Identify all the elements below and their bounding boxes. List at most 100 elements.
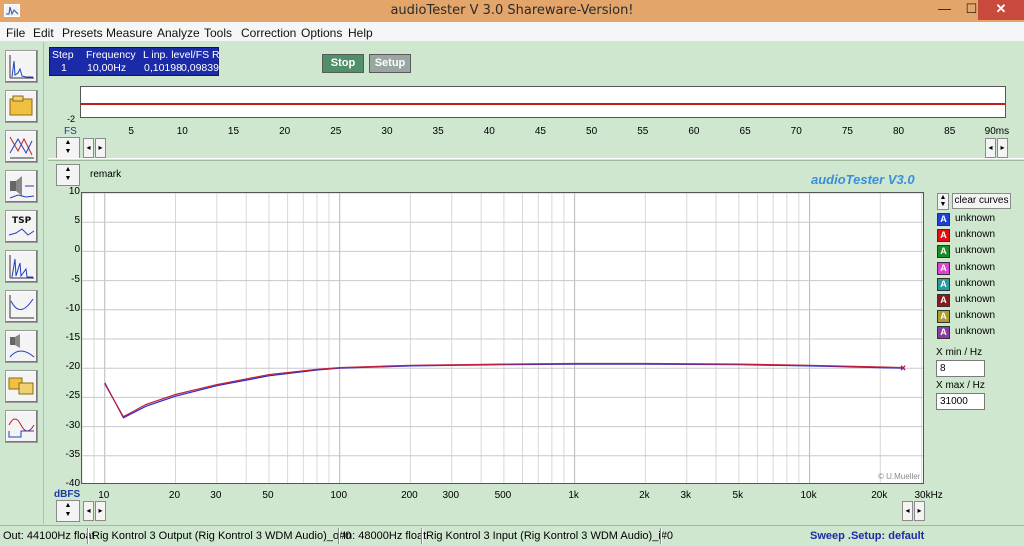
curve-label: unknown [955,310,996,322]
menu-tools[interactable]: Tools [204,26,232,40]
time-zoom-spinner[interactable]: ▲ ▼ [56,137,80,159]
graph-scroll-right-button[interactable]: ▸ [95,501,106,521]
curve-color-swatch[interactable]: A [937,229,950,243]
x-tick-label: 30kHz [914,490,943,501]
graph-scroll-left-button[interactable]: ◂ [83,501,94,521]
curves-spinner[interactable]: ▲ ▼ [937,193,949,210]
curve-item[interactable]: Aunknown [937,326,1017,340]
stop-button[interactable]: Stop [322,54,364,73]
minimize-button[interactable]: — [931,0,958,20]
time-tick-label: 40 [483,126,495,137]
clear-curves-button[interactable]: clear curves [952,193,1011,209]
presets-tool-button[interactable] [5,90,38,123]
graph-zoom-spinner[interactable]: ▲ ▼ [56,164,80,186]
curve-color-swatch[interactable]: A [937,294,950,307]
menu-analyze[interactable]: Analyze [157,26,200,40]
setup-button[interactable]: Setup [369,54,411,73]
curve-label: unknown [955,294,996,305]
response-tool-button[interactable] [5,290,38,323]
frequency-response-graph[interactable] [81,192,924,484]
curve-item[interactable]: Aunknown [937,277,1017,291]
curve-color-swatch[interactable]: A [937,326,950,340]
x-tick-label: 300 [442,490,460,501]
x-tick-label: 5k [732,490,744,501]
time-tick-label: 15 [227,126,240,137]
compare-tool-button[interactable] [5,370,38,403]
time-scroll-right-end-button[interactable]: ▸ [997,138,1008,158]
close-button[interactable]: ✕ [978,0,1024,20]
menu-edit[interactable]: Edit [33,26,54,40]
curve-label: unknown [955,245,996,257]
response-icon [9,295,34,319]
level-right-value: 0,09839 [181,62,219,74]
level-label: L inp. level/FS R [143,49,220,61]
level-left-value: 0,10198 [144,62,182,74]
y-tick-label: -5 [71,273,80,285]
time-tick-label: 85 [944,126,956,137]
curve-color-swatch[interactable]: A [937,245,950,259]
y-tick-label: 10 [68,186,80,197]
x-tick-label: 1k [568,490,579,501]
menu-options[interactable]: Options [301,26,342,40]
y-zoom-spinner[interactable]: ▲ ▼ [56,500,80,522]
y-tick-label: -40 [65,478,80,489]
xmin-label: X min / Hz [936,347,983,358]
tsp-tool-button[interactable]: TSP [5,210,38,243]
curve-color-swatch[interactable]: A [937,213,950,226]
y-tick-label: 5 [74,215,80,227]
menu-help[interactable]: Help [348,26,373,40]
curve-label: unknown [955,229,996,241]
window-title: audioTester V 3.0 Shareware-Version! [390,3,634,18]
y-tick-label: -30 [65,419,80,431]
status-divider [421,528,423,544]
time-plot-min-label: -2 [67,114,76,124]
fft-tool-button[interactable] [5,250,38,283]
curve-item[interactable]: Aunknown [937,213,1017,226]
left-toolbar: TSP [0,42,44,524]
y-tick-label: 0 [74,244,80,256]
curve-label: unknown [955,277,996,289]
measurement-info: Step 1 Frequency 10,00Hz L inp. level/FS… [49,47,220,76]
time-scroll-left-button[interactable]: ◂ [83,138,94,158]
speaker-tool-button[interactable] [5,170,38,203]
x-tick-label: 500 [494,490,512,501]
chart-svg [82,193,923,483]
curve-item[interactable]: Aunknown [937,294,1017,307]
xmin-input[interactable]: 8 [936,360,985,377]
curve-item[interactable]: Aunknown [937,229,1017,243]
spectrum-tool-button[interactable] [5,50,38,83]
curve-item[interactable]: Aunknown [937,261,1017,275]
waveform-tool-button[interactable] [5,410,38,443]
menu-measure[interactable]: Measure [106,26,153,40]
x-tick-label: 50 [262,490,274,501]
curve-item[interactable]: Aunknown [937,245,1017,259]
time-scroll-right-button[interactable]: ▸ [95,138,106,158]
menu-correction[interactable]: Correction [241,26,296,40]
curve-color-swatch[interactable]: A [937,310,950,324]
time-tick-label: 60 [688,126,700,137]
impulse-tool-button[interactable] [5,130,38,163]
time-tick-label: 10 [176,126,188,137]
time-scroll-left-end-button[interactable]: ◂ [985,138,996,158]
graph-scroll-left-end-button[interactable]: ◂ [902,501,913,521]
xmax-input[interactable]: 31000 [936,393,985,410]
status-sweep-setup: Sweep .Setup: default [810,530,925,542]
x-tick-label: 10k [800,490,817,501]
menu-file[interactable]: File [6,26,25,40]
curve-color-swatch[interactable]: A [937,261,950,275]
frequency-label: Frequency [86,49,136,61]
curve-item[interactable]: Aunknown [937,310,1017,324]
time-tick-label: 35 [432,126,444,137]
time-tick-label: 55 [637,126,649,137]
menu-presets[interactable]: Presets [62,26,103,40]
speaker-sweep-button[interactable] [5,330,38,363]
compare-icon [8,377,34,395]
xmax-label: X max / Hz [936,380,985,391]
x-tick-label: 100 [330,490,348,501]
y-tick-label: -10 [65,302,80,314]
graph-scroll-right-end-button[interactable]: ▸ [914,501,925,521]
time-tick-label: 25 [330,126,342,137]
curve-color-swatch[interactable]: A [937,277,950,291]
curve-label: unknown [955,213,996,224]
status-output-format: Out: 44100Hz float [3,530,95,542]
